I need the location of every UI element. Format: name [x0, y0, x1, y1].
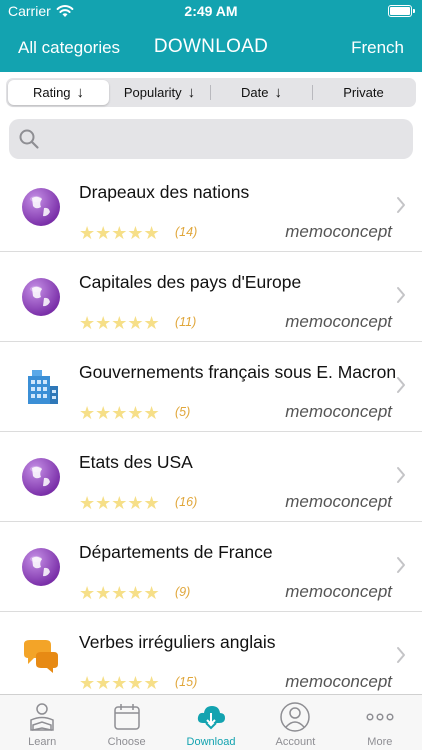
tab-learn[interactable]: Learn — [0, 695, 84, 750]
search-bar[interactable] — [9, 119, 413, 159]
item-title: Capitales des pays d'Europe — [79, 272, 302, 292]
rating-count: (14) — [175, 225, 198, 239]
chevron-right-icon — [397, 197, 405, 213]
sort-label: Private — [343, 85, 384, 100]
item-title: Etats des USA — [79, 452, 193, 472]
rating-count: (9) — [175, 585, 191, 599]
chevron-right-icon — [397, 287, 405, 303]
rating-count: (5) — [175, 405, 191, 419]
list-item[interactable]: Capitales des pays d'Europe ★★★★★ (11) memo… — [0, 252, 422, 342]
status-time: 2:49 AM — [184, 3, 238, 19]
tab-choose[interactable]: Choose — [84, 695, 168, 750]
battery-icon — [388, 5, 415, 17]
tab-bar: Learn Choose Download Account More — [0, 694, 422, 750]
calendar-icon — [113, 704, 140, 730]
sort-private-tab[interactable]: Private — [313, 80, 414, 105]
globe-icon — [20, 276, 62, 318]
item-title: Verbes irréguliers anglais — [79, 632, 276, 652]
language-button[interactable]: French — [351, 38, 404, 58]
rating-count: (15) — [175, 675, 198, 689]
tab-label: Account — [275, 736, 316, 748]
reader-icon — [30, 703, 54, 731]
sort-arrow-icon: ↓ — [76, 84, 85, 101]
item-author: memoconcept — [285, 582, 392, 601]
list-item[interactable]: Etats des USA ★★★★★ (16) memoconcept — [0, 432, 422, 522]
speech-bubbles-icon — [20, 636, 62, 678]
item-title: Départements de France — [79, 542, 273, 562]
item-author: memoconcept — [285, 402, 392, 421]
rating-count: (16) — [175, 495, 198, 509]
chevron-right-icon — [397, 377, 405, 393]
globe-icon — [20, 456, 62, 498]
item-author: memoconcept — [285, 222, 392, 241]
rating-stars: ★★★★★ — [79, 313, 160, 333]
tab-label: Download — [186, 736, 236, 748]
sort-rating-tab[interactable]: Rating ↓ — [8, 80, 109, 105]
item-author: memoconcept — [285, 312, 392, 331]
sort-label: Popularity — [123, 85, 182, 100]
more-dots-icon — [366, 713, 394, 721]
status-bar: Carrier 2:49 AM — [0, 3, 422, 21]
sort-arrow-icon: ↓ — [274, 84, 282, 101]
item-title: Drapeaux des nations — [79, 182, 250, 202]
tab-label: More — [367, 736, 393, 748]
sort-date-tab[interactable]: Date ↓ — [211, 80, 312, 105]
tab-download[interactable]: Download — [169, 695, 253, 750]
list-item[interactable]: Départements de France ★★★★★ (9) memoconcep… — [0, 522, 422, 612]
item-author: memoconcept — [285, 672, 392, 691]
person-icon — [280, 702, 311, 732]
globe-icon — [20, 546, 62, 588]
rating-stars: ★★★★★ — [79, 583, 160, 603]
rating-stars: ★★★★★ — [79, 673, 160, 693]
tab-account[interactable]: Account — [253, 695, 337, 750]
nav-header: Carrier 2:49 AM All categories DOWNLOAD … — [0, 0, 422, 72]
tab-label: Learn — [28, 736, 57, 748]
cloud-download-icon — [197, 706, 226, 730]
list-item[interactable]: Drapeaux des nations ★★★★★ (14) memoconcept — [0, 162, 422, 252]
rating-stars: ★★★★★ — [79, 403, 160, 423]
sort-label: Rating — [32, 85, 71, 100]
search-input[interactable] — [47, 125, 402, 153]
building-icon — [20, 366, 62, 408]
rating-stars: ★★★★★ — [79, 493, 160, 513]
rating-stars: ★★★★★ — [79, 223, 160, 243]
list-item[interactable]: Gouvernements français sous E. Macron ★★★… — [0, 342, 422, 432]
search-icon — [19, 129, 39, 149]
collection-list: Drapeaux des nations ★★★★★ (14) memoconcept… — [0, 162, 422, 702]
globe-icon — [20, 186, 62, 228]
sort-bar: Rating ↓ Popularity ↓ Date ↓ Private — [0, 72, 422, 112]
sort-arrow-icon: ↓ — [187, 84, 196, 101]
sort-segmented-control: Rating ↓ Popularity ↓ Date ↓ Private — [6, 78, 416, 107]
chevron-right-icon — [397, 467, 405, 483]
item-author: memoconcept — [285, 492, 392, 511]
tab-more[interactable]: More — [338, 695, 422, 750]
tab-label: Choose — [107, 736, 146, 748]
sort-label: Date — [241, 85, 269, 100]
item-title: Gouvernements français sous E. Macron — [79, 362, 397, 382]
rating-count: (11) — [175, 315, 197, 329]
sort-popularity-tab[interactable]: Popularity ↓ — [109, 80, 210, 105]
list-item[interactable]: Verbes irréguliers anglais ★★★★★ (15) memoc… — [0, 612, 422, 702]
chevron-right-icon — [397, 557, 405, 573]
chevron-right-icon — [397, 647, 405, 663]
